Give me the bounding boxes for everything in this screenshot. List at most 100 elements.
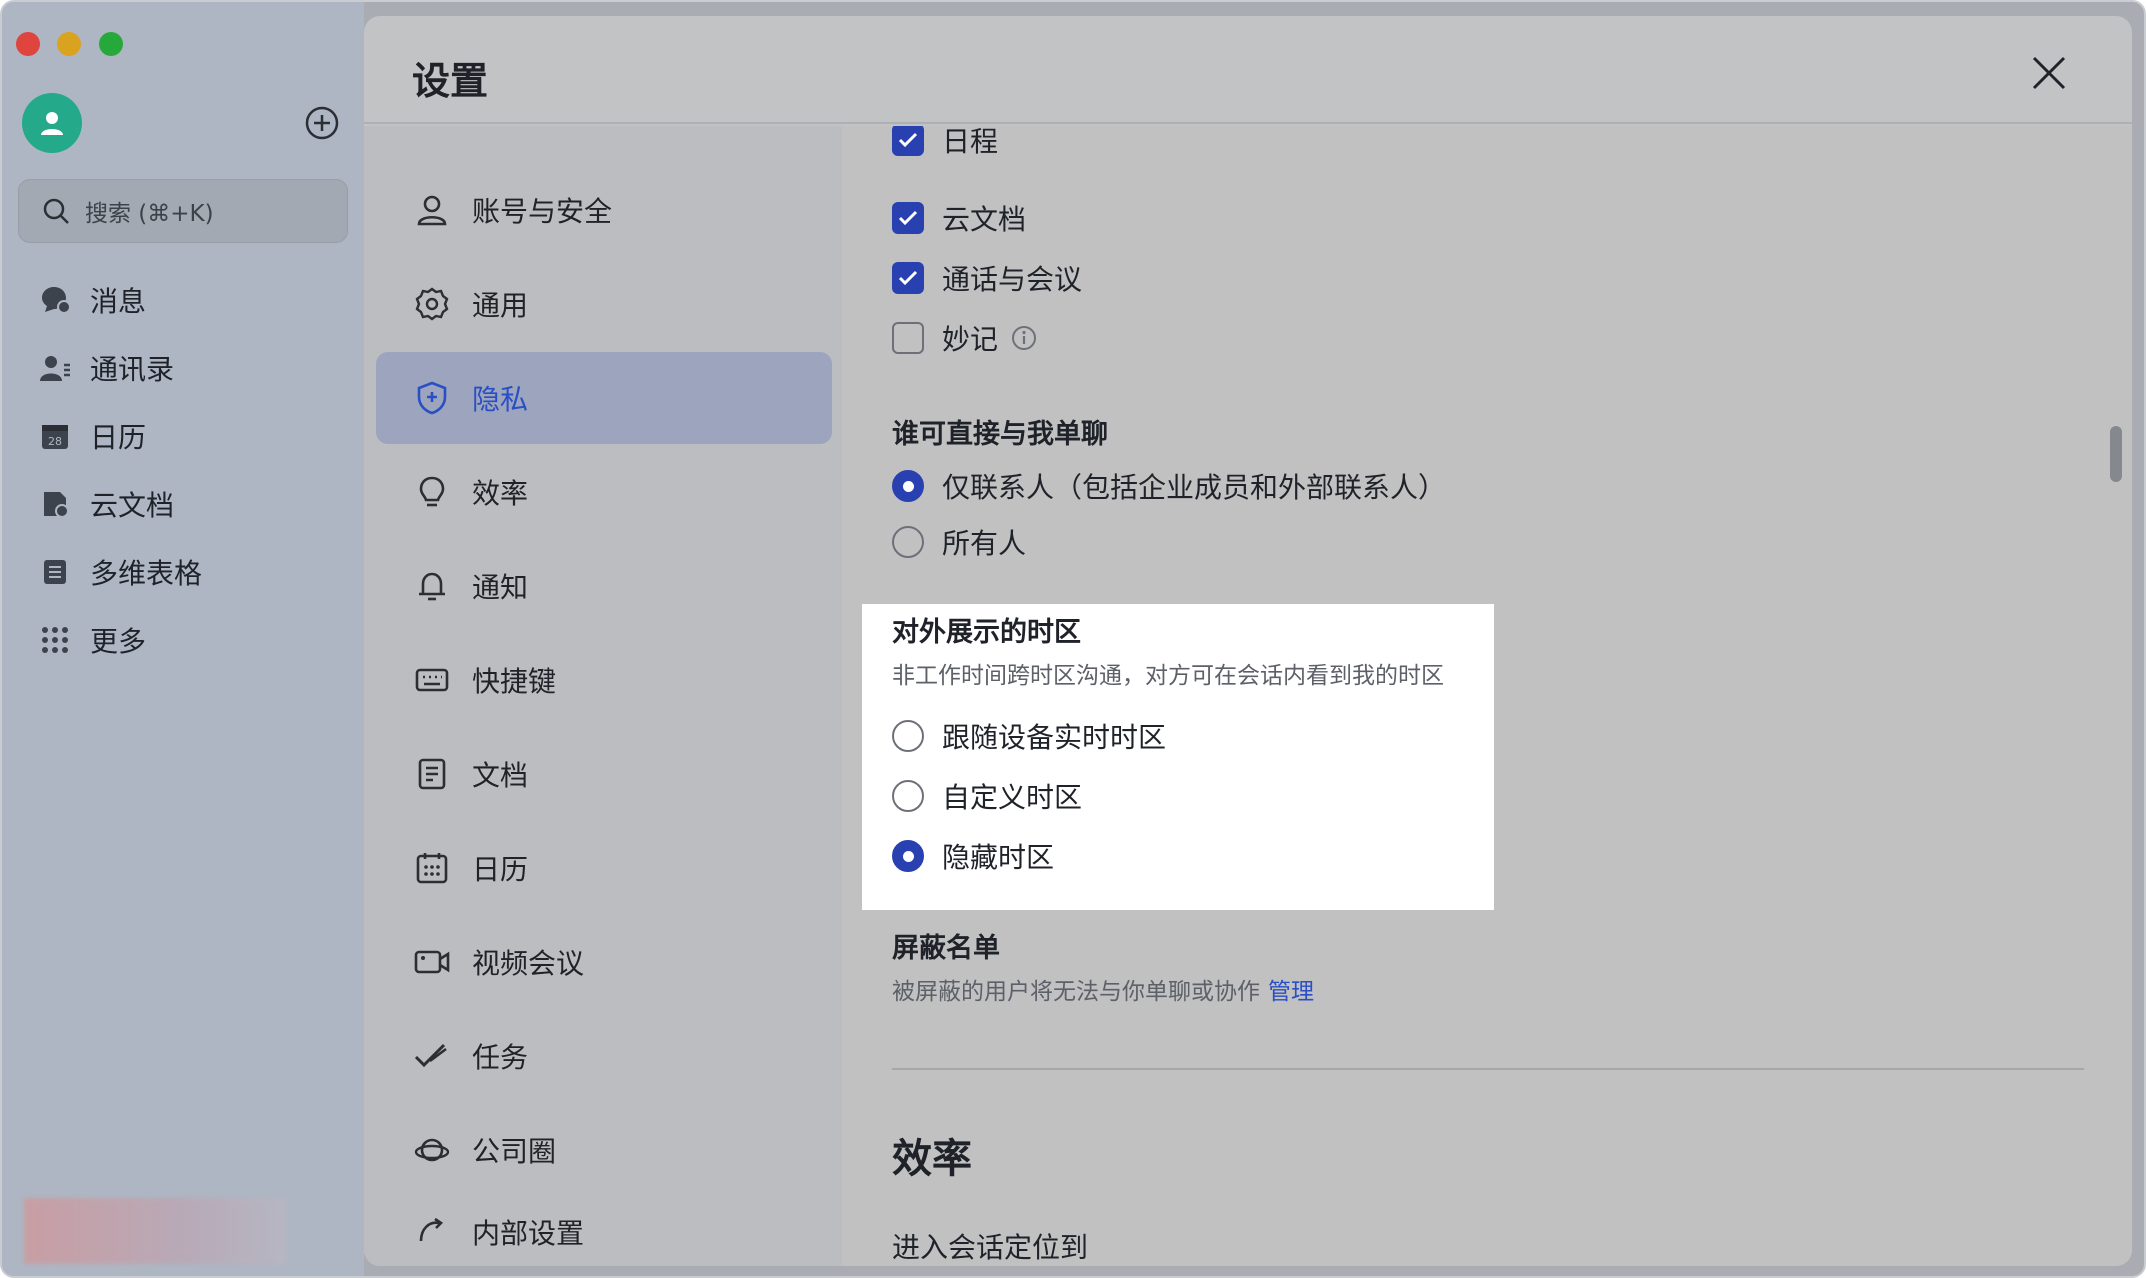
settings-nav-efficiency[interactable]: 效率 <box>376 446 832 538</box>
radio-custom-timezone[interactable]: 自定义时区 <box>892 776 1082 816</box>
blurred-profile-area <box>24 1198 286 1264</box>
checkbox-schedule[interactable]: 日程 <box>892 126 998 160</box>
settings-nav-privacy[interactable]: 隐私 <box>376 352 832 444</box>
checkbox-minutes[interactable]: 妙记 <box>892 318 1038 358</box>
internal-settings-icon <box>412 1212 452 1252</box>
blocklist-desc: 被屏蔽的用户将无法与你单聊或协作 <box>892 979 1260 1005</box>
sidebar-item-more[interactable]: 更多 <box>38 615 146 665</box>
settings-modal: 设置 账号与安全 通用 隐私 效率 通知 快捷键 文档 日历 视频会议 任务 公… <box>364 16 2132 1266</box>
settings-nav-moments[interactable]: 公司圈 <box>376 1104 832 1196</box>
checkbox-label: 妙记 <box>942 323 999 356</box>
settings-nav-general[interactable]: 通用 <box>376 258 832 350</box>
checkbox-checked-icon <box>892 262 924 294</box>
radio-selected-icon <box>892 840 924 872</box>
settings-nav-label: 任务 <box>472 1041 529 1074</box>
blocklist-desc-row: 被屏蔽的用户将无法与你单聊或协作 管理 <box>892 972 1314 1006</box>
app-window: 搜索 (⌘+K) 消息 通讯录 28 日历 云文档 多维表格 更多 设置 账号与… <box>0 0 2146 1278</box>
document-icon <box>412 754 452 794</box>
task-check-icon <box>412 1036 452 1076</box>
close-icon <box>2032 56 2066 90</box>
radio-label: 隐藏时区 <box>942 841 1055 874</box>
checkbox-calls-meetings[interactable]: 通话与会议 <box>892 258 1082 298</box>
settings-nav-label: 通用 <box>472 289 529 322</box>
avatar[interactable] <box>22 93 82 153</box>
user-icon <box>412 190 452 230</box>
radio-selected-icon <box>892 470 924 502</box>
sidebar-item-messages[interactable]: 消息 <box>38 275 146 325</box>
settings-nav-account[interactable]: 账号与安全 <box>376 164 832 256</box>
privacy-settings-content: 日程 云文档 通话与会议 妙记 谁可直接与我单聊 仅联系人（包括企业成员和外部联… <box>842 126 2132 1266</box>
efficiency-heading: 效率 <box>892 1136 972 1182</box>
page-title: 设置 <box>412 59 489 103</box>
manage-blocklist-link[interactable]: 管理 <box>1268 979 1314 1005</box>
info-icon[interactable] <box>1010 324 1038 352</box>
gear-icon <box>412 284 452 324</box>
radio-label: 自定义时区 <box>942 781 1083 814</box>
search-input[interactable]: 搜索 (⌘+K) <box>18 179 348 243</box>
checkbox-checked-icon <box>892 202 924 234</box>
person-icon <box>41 112 63 135</box>
radio-everyone[interactable]: 所有人 <box>892 522 1026 562</box>
maximize-window-button[interactable] <box>99 32 123 56</box>
svg-text:28: 28 <box>48 435 62 448</box>
lightbulb-icon <box>412 472 452 512</box>
base-table-icon <box>38 555 72 589</box>
settings-nav-label: 公司圈 <box>472 1135 557 1168</box>
settings-nav-label: 日历 <box>472 853 529 886</box>
checkbox-checked-icon <box>892 126 924 156</box>
close-button[interactable] <box>2024 48 2074 98</box>
sidebar-item-label: 消息 <box>90 285 147 318</box>
grid-more-icon <box>38 623 72 657</box>
sidebar-item-base[interactable]: 多维表格 <box>38 547 202 597</box>
checkbox-unchecked-icon <box>892 322 924 354</box>
checkbox-cloud-docs[interactable]: 云文档 <box>892 198 1026 238</box>
radio-label: 仅联系人（包括企业成员和外部联系人） <box>942 471 1447 504</box>
app-sidebar: 搜索 (⌘+K) 消息 通讯录 28 日历 云文档 多维表格 更多 <box>2 2 364 1276</box>
modal-header: 设置 <box>364 16 2132 124</box>
settings-nav-label: 通知 <box>472 571 529 604</box>
sidebar-item-label: 通讯录 <box>90 353 175 386</box>
settings-nav-label: 快捷键 <box>472 665 557 698</box>
sidebar-item-cloud-docs[interactable]: 云文档 <box>38 479 174 529</box>
settings-nav-label: 账号与安全 <box>472 195 613 228</box>
blocklist-title: 屏蔽名单 <box>892 933 1000 964</box>
plus-circle-icon <box>305 106 339 140</box>
chat-bubble-icon <box>38 283 72 317</box>
radio-label: 跟随设备实时时区 <box>942 721 1167 754</box>
radio-unselected-icon <box>892 780 924 812</box>
minimize-window-button[interactable] <box>57 32 81 56</box>
search-placeholder: 搜索 (⌘+K) <box>85 201 214 227</box>
video-icon <box>412 942 452 982</box>
sidebar-item-label: 日历 <box>90 421 147 454</box>
shield-icon <box>412 378 452 418</box>
settings-nav-label: 内部设置 <box>472 1217 585 1250</box>
add-button[interactable] <box>304 105 340 141</box>
radio-hide-timezone[interactable]: 隐藏时区 <box>892 836 1054 876</box>
contacts-icon <box>38 351 72 385</box>
timezone-desc: 非工作时间跨时区沟通，对方可在会话内看到我的时区 <box>892 663 1444 689</box>
settings-nav-internal[interactable]: 内部设置 <box>376 1198 832 1258</box>
direct-chat-title: 谁可直接与我单聊 <box>892 419 1108 450</box>
settings-nav-tasks[interactable]: 任务 <box>376 1010 832 1102</box>
scrollbar-thumb[interactable] <box>2110 426 2122 482</box>
settings-nav: 账号与安全 通用 隐私 效率 通知 快捷键 文档 日历 视频会议 任务 公司圈 … <box>364 126 842 1266</box>
radio-unselected-icon <box>892 720 924 752</box>
settings-nav-calendar[interactable]: 日历 <box>376 822 832 914</box>
sidebar-item-calendar[interactable]: 28 日历 <box>38 411 146 461</box>
sidebar-item-label: 多维表格 <box>90 557 203 590</box>
radio-follow-device[interactable]: 跟随设备实时时区 <box>892 716 1166 756</box>
checkbox-label: 日程 <box>942 126 999 158</box>
bell-icon <box>412 566 452 606</box>
close-window-button[interactable] <box>16 32 40 56</box>
sidebar-item-contacts[interactable]: 通讯录 <box>38 343 174 393</box>
settings-nav-docs[interactable]: 文档 <box>376 728 832 820</box>
settings-nav-shortcuts[interactable]: 快捷键 <box>376 634 832 726</box>
settings-nav-video-meeting[interactable]: 视频会议 <box>376 916 832 1008</box>
radio-unselected-icon <box>892 526 924 558</box>
cloud-doc-icon <box>38 487 72 521</box>
settings-nav-notifications[interactable]: 通知 <box>376 540 832 632</box>
keyboard-icon <box>412 660 452 700</box>
radio-contacts-only[interactable]: 仅联系人（包括企业成员和外部联系人） <box>892 466 1446 506</box>
calendar-icon <box>412 848 452 888</box>
search-icon <box>43 198 69 224</box>
